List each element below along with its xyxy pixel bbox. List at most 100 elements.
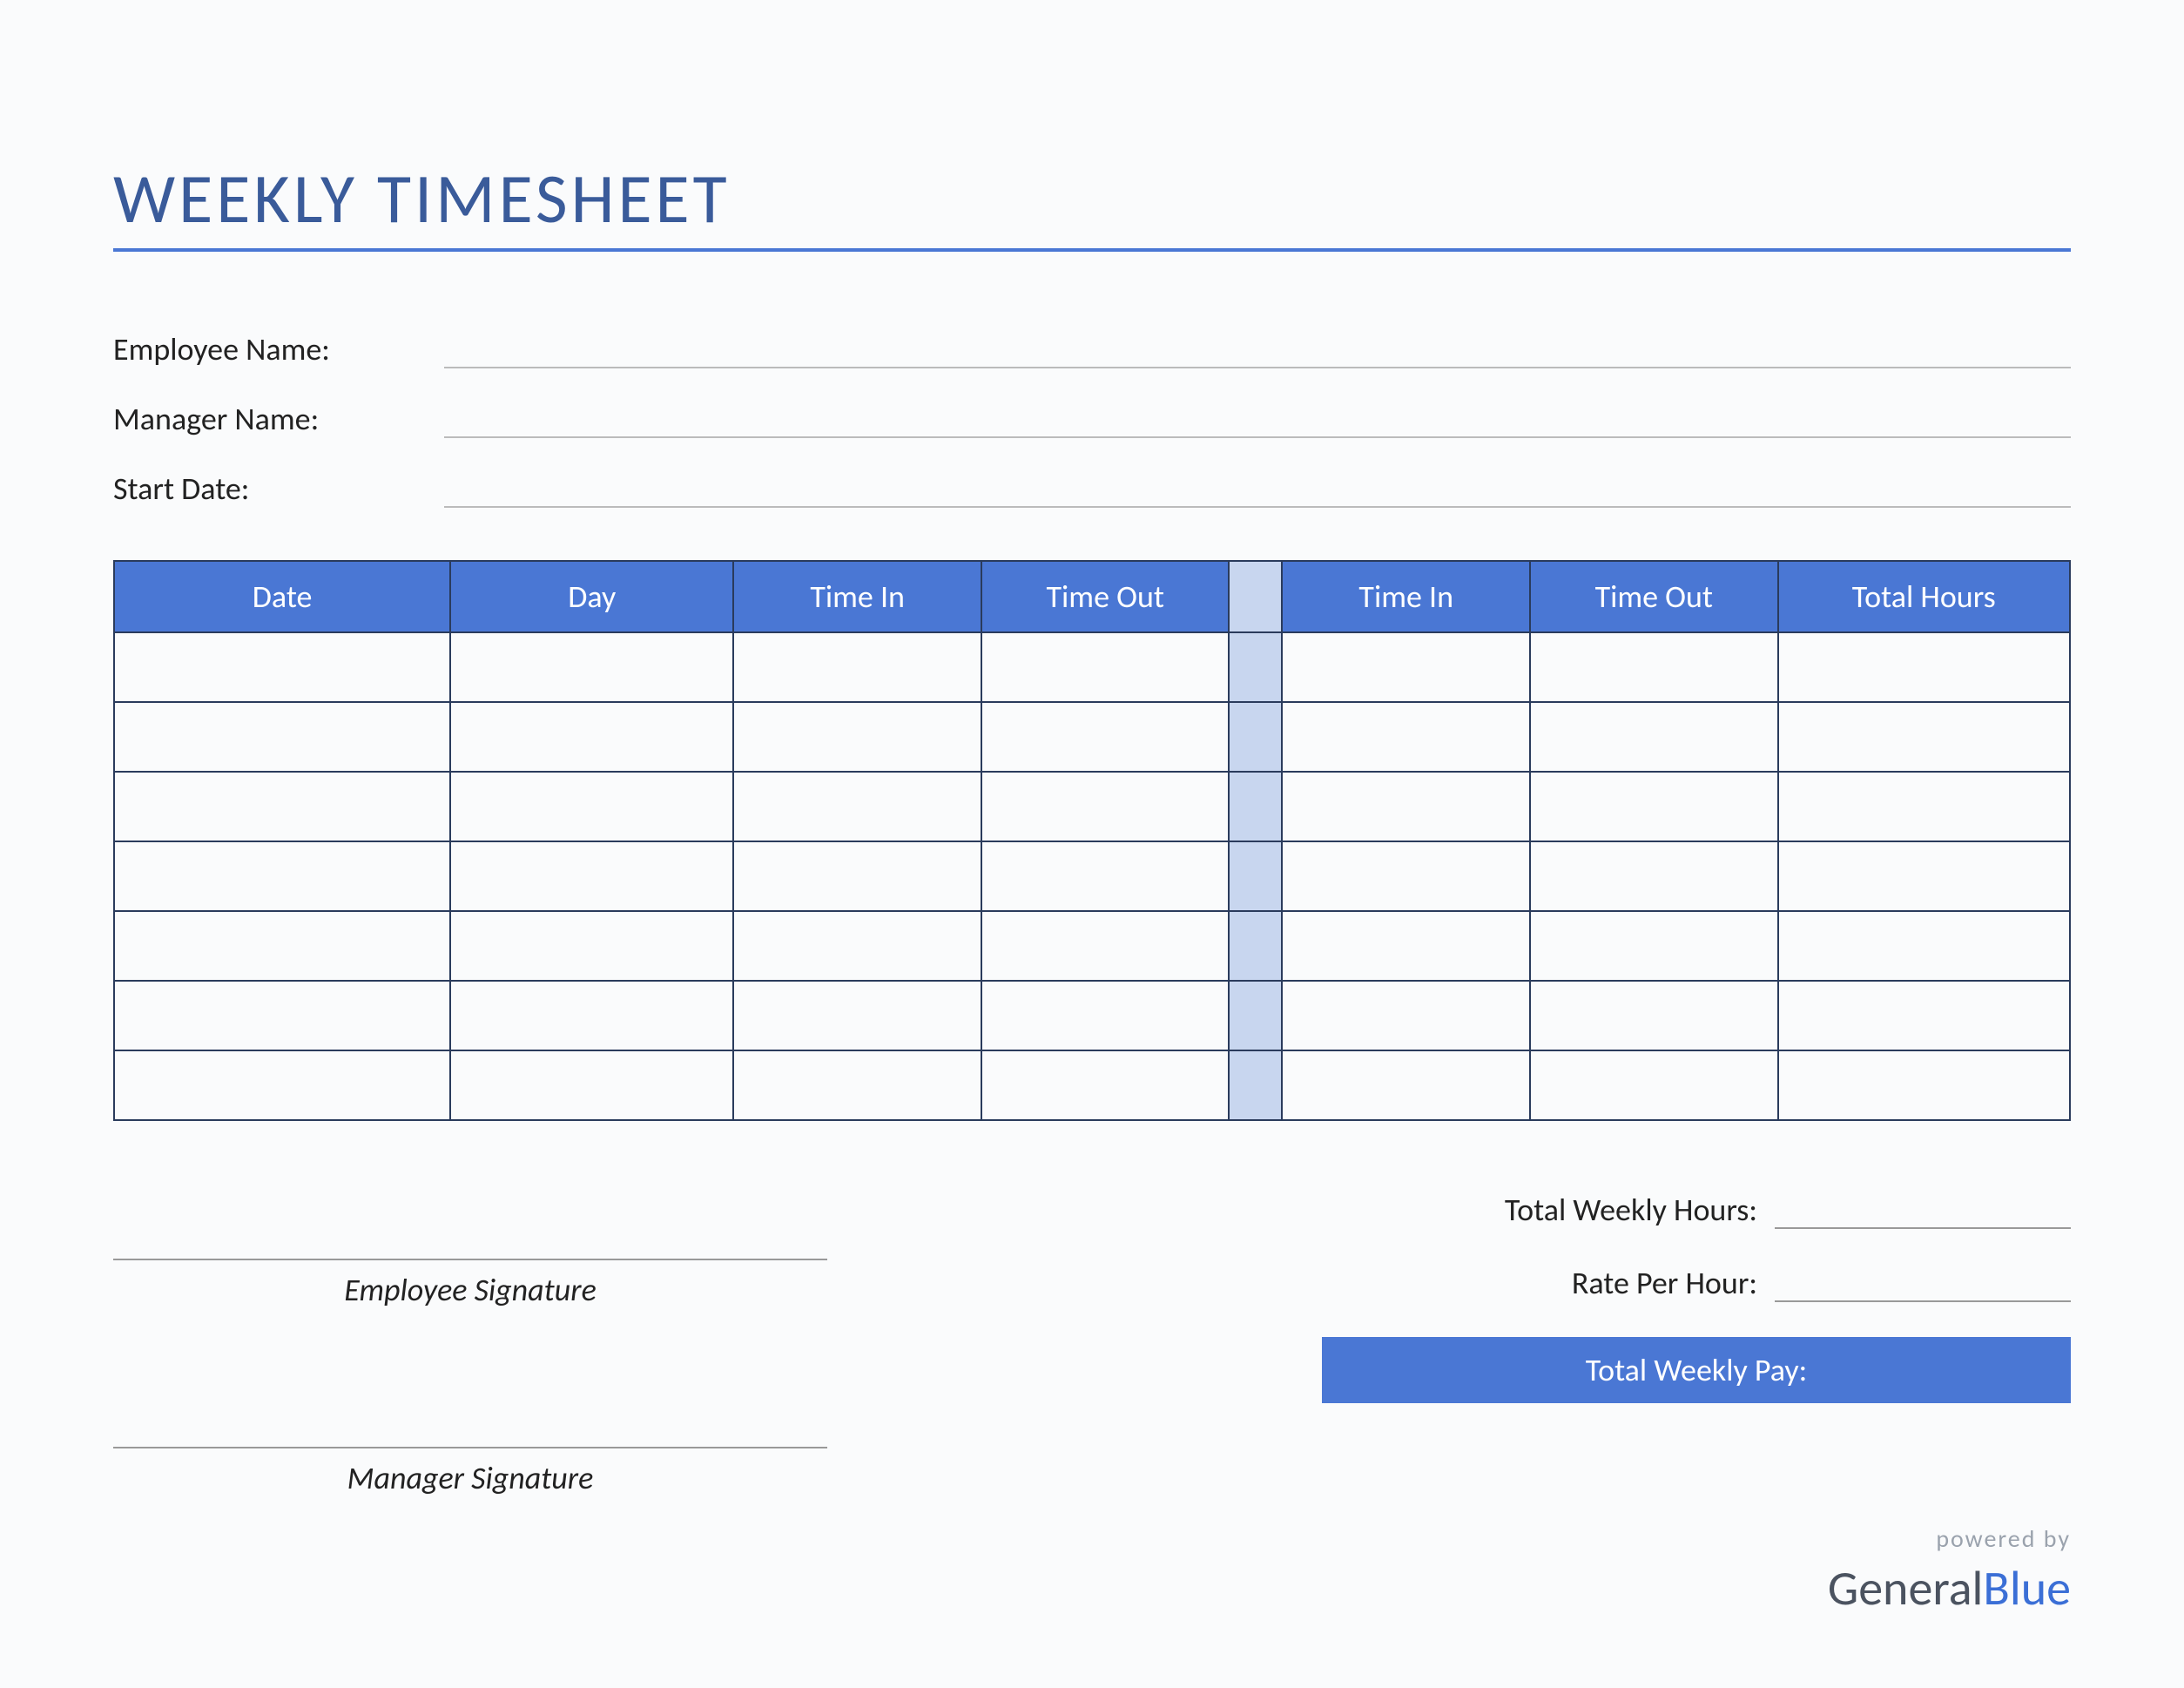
cell-gap [1229,911,1282,981]
cell-time-out-1[interactable] [981,1050,1230,1120]
timesheet-table: Date Day Time In Time Out Time In Time O… [113,560,2071,1121]
total-weekly-hours-row: Total Weekly Hours: [1322,1191,2071,1229]
cell-gap [1229,981,1282,1050]
cell-gap [1229,772,1282,841]
cell-date[interactable] [114,1050,450,1120]
table-row [114,632,2070,702]
th-date: Date [114,561,450,632]
logo-general: General [1828,1559,1984,1618]
employee-signature-field[interactable] [113,1191,827,1260]
table-row [114,911,2070,981]
cell-time-out-2[interactable] [1530,981,1778,1050]
cell-time-in-1[interactable] [733,772,981,841]
cell-time-out-2[interactable] [1530,772,1778,841]
th-total: Total Hours [1778,561,2070,632]
employee-signature-block: Employee Signature [113,1191,827,1309]
table-row [114,841,2070,911]
manager-name-row: Manager Name: [113,400,2071,438]
table-row [114,702,2070,772]
cell-time-out-1[interactable] [981,841,1230,911]
cell-time-out-1[interactable] [981,702,1230,772]
manager-signature-label: Manager Signature [113,1459,827,1497]
cell-date[interactable] [114,702,450,772]
total-weekly-hours-field[interactable] [1775,1194,2071,1229]
cell-total[interactable] [1778,841,2070,911]
cell-time-in-1[interactable] [733,702,981,772]
cell-time-out-2[interactable] [1530,841,1778,911]
cell-day[interactable] [450,632,733,702]
title-rule [113,248,2071,252]
signatures-block: Employee Signature Manager Signature [113,1191,827,1567]
manager-signature-block: Manager Signature [113,1379,827,1497]
cell-day[interactable] [450,981,733,1050]
th-gap [1229,561,1282,632]
total-weekly-pay-bar: Total Weekly Pay: [1322,1337,2071,1403]
cell-time-out-1[interactable] [981,981,1230,1050]
rate-per-hour-label: Rate Per Hour: [1572,1264,1757,1302]
table-row [114,772,2070,841]
start-date-label: Start Date: [113,469,444,508]
rate-per-hour-field[interactable] [1775,1267,2071,1302]
table-row [114,1050,2070,1120]
cell-time-in-2[interactable] [1282,1050,1530,1120]
manager-signature-field[interactable] [113,1379,827,1448]
cell-gap [1229,632,1282,702]
manager-name-label: Manager Name: [113,400,444,438]
employee-signature-label: Employee Signature [113,1271,827,1309]
logo-blue: Blue [1983,1559,2071,1618]
cell-day[interactable] [450,911,733,981]
totals-block: Total Weekly Hours: Rate Per Hour: Total… [1322,1191,2071,1403]
cell-time-out-2[interactable] [1530,1050,1778,1120]
cell-time-in-2[interactable] [1282,772,1530,841]
rate-per-hour-row: Rate Per Hour: [1322,1264,2071,1302]
cell-total[interactable] [1778,772,2070,841]
manager-name-field[interactable] [444,403,2071,438]
cell-total[interactable] [1778,981,2070,1050]
cell-gap [1229,702,1282,772]
footer: powered by GeneralBlue [1828,1523,2071,1618]
cell-date[interactable] [114,772,450,841]
cell-time-in-1[interactable] [733,911,981,981]
cell-gap [1229,1050,1282,1120]
cell-day[interactable] [450,841,733,911]
cell-time-in-1[interactable] [733,1050,981,1120]
bottom-section: Employee Signature Manager Signature Tot… [113,1191,2071,1567]
cell-date[interactable] [114,632,450,702]
powered-by-text: powered by [1828,1523,2071,1554]
cell-time-out-1[interactable] [981,632,1230,702]
cell-time-in-2[interactable] [1282,911,1530,981]
generalblue-logo: GeneralBlue [1828,1559,2071,1618]
start-date-field[interactable] [444,473,2071,508]
cell-day[interactable] [450,702,733,772]
employee-name-label: Employee Name: [113,330,444,368]
cell-date[interactable] [114,911,450,981]
cell-total[interactable] [1778,632,2070,702]
cell-day[interactable] [450,1050,733,1120]
cell-total[interactable] [1778,911,2070,981]
timesheet-page: WEEKLY TIMESHEET Employee Name: Manager … [0,0,2184,1688]
cell-date[interactable] [114,981,450,1050]
th-time-out-1: Time Out [981,561,1230,632]
employee-name-field[interactable] [444,334,2071,368]
cell-time-out-2[interactable] [1530,702,1778,772]
start-date-row: Start Date: [113,469,2071,508]
cell-total[interactable] [1778,702,2070,772]
cell-time-in-1[interactable] [733,632,981,702]
cell-time-in-1[interactable] [733,981,981,1050]
table-header-row: Date Day Time In Time Out Time In Time O… [114,561,2070,632]
cell-time-out-2[interactable] [1530,911,1778,981]
cell-total[interactable] [1778,1050,2070,1120]
cell-time-in-2[interactable] [1282,981,1530,1050]
cell-time-in-2[interactable] [1282,632,1530,702]
cell-date[interactable] [114,841,450,911]
cell-time-out-1[interactable] [981,911,1230,981]
total-weekly-pay-label: Total Weekly Pay: [1586,1351,1808,1389]
th-day: Day [450,561,733,632]
cell-time-in-2[interactable] [1282,841,1530,911]
cell-time-in-2[interactable] [1282,702,1530,772]
cell-time-in-1[interactable] [733,841,981,911]
page-title: WEEKLY TIMESHEET [113,157,2071,248]
cell-day[interactable] [450,772,733,841]
cell-time-out-1[interactable] [981,772,1230,841]
cell-time-out-2[interactable] [1530,632,1778,702]
